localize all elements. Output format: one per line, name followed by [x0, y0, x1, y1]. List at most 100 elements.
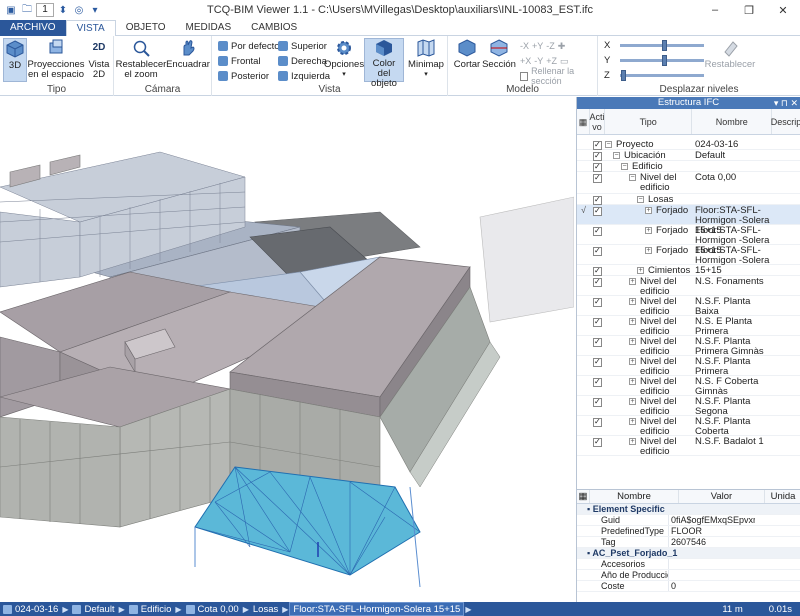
expand-icon[interactable]: + [629, 278, 636, 285]
activo-checkbox[interactable] [593, 246, 602, 256]
activo-checkbox[interactable] [593, 317, 602, 327]
tab-objeto[interactable]: OBJETO [116, 20, 176, 36]
minimap-button[interactable]: Minimap ▾ [408, 38, 444, 80]
expand-icon[interactable]: + [629, 418, 636, 425]
activo-checkbox[interactable] [593, 437, 602, 447]
plus-y-button[interactable]: +Y [532, 41, 543, 51]
slider-y[interactable] [620, 55, 705, 66]
activo-checkbox[interactable] [593, 357, 602, 367]
col-nombre[interactable]: Nombre [692, 109, 773, 134]
restablecer-zoom-button[interactable]: Restablecer el zoom [116, 38, 166, 80]
breadcrumb-forjado[interactable]: Floor:STA-SFL-Hormigon-Solera 15+15 [289, 602, 465, 616]
collapse-icon[interactable]: − [613, 152, 620, 159]
quick-access-input[interactable]: 1 [36, 3, 54, 17]
target-icon[interactable]: ◎ [72, 3, 86, 17]
props-col-valor[interactable]: Valor [679, 490, 765, 503]
expand-icon[interactable]: + [645, 207, 652, 214]
activo-checkbox[interactable] [593, 337, 602, 347]
tree-row[interactable]: + Nivel del edificio N.S.F. Planta Baixa [577, 296, 800, 317]
izquierda-button[interactable]: Izquierda [278, 69, 330, 83]
expand-icon[interactable]: + [629, 298, 636, 305]
derecha-button[interactable]: Derecha [278, 54, 327, 68]
expand-icon[interactable]: + [629, 378, 636, 385]
breadcrumb-losas[interactable]: Losas [250, 602, 281, 616]
maximize-button[interactable]: ❐ [732, 0, 766, 20]
tree-row[interactable]: √ + Forjado Floor:STA-SFL-Hormigon -Solera … [577, 205, 800, 236]
activo-checkbox[interactable] [593, 277, 602, 287]
vista-2d-button[interactable]: 2D Vista 2D [86, 38, 112, 80]
tree-row[interactable]: + Forjado Floor:STA-SFL-Hormigon -Solera 1… [577, 225, 800, 256]
activo-checkbox[interactable] [593, 417, 602, 427]
collapse-icon[interactable]: − [621, 163, 628, 170]
activo-checkbox[interactable] [593, 195, 602, 205]
slider-x-thumb[interactable] [661, 40, 667, 51]
tree-row[interactable]: + Nivel del edificio N.S.F. Planta Primera… [577, 336, 800, 357]
expand-icon[interactable]: + [645, 247, 652, 254]
slider-z-thumb[interactable] [621, 70, 627, 81]
expand-icon[interactable]: + [629, 438, 636, 445]
tree-row[interactable]: + Nivel del edificio N.S.F. Planta Primera [577, 356, 800, 377]
minus-x-button[interactable]: -X [520, 41, 529, 51]
rellenar-checkbox-row[interactable]: Rellenar la sección [520, 66, 597, 86]
3d-button[interactable]: 3D [3, 38, 27, 82]
tree-row[interactable]: −Nivel del edificio Cota 0,00 [577, 172, 800, 194]
expand-icon[interactable]: + [637, 267, 644, 274]
activo-checkbox[interactable] [593, 173, 602, 183]
tree-row[interactable]: −Losas [577, 194, 800, 205]
prop-row[interactable]: Accesorios [577, 559, 800, 570]
rellenar-checkbox[interactable] [520, 71, 529, 81]
expand-icon[interactable]: + [645, 227, 652, 234]
building-model[interactable] [0, 97, 574, 602]
prop-row[interactable]: PredefinedType FLOOR [577, 526, 800, 537]
slider-z[interactable] [619, 70, 704, 81]
slider-x[interactable] [620, 40, 705, 51]
tree-row[interactable]: −Proyecto 024-03-16 [577, 139, 800, 150]
tab-medidas[interactable]: MEDIDAS [176, 20, 242, 36]
tree-row[interactable]: −Edificio [577, 161, 800, 172]
minimize-button[interactable]: – [698, 0, 732, 20]
proyecciones-button[interactable]: Proyecciones en el espacio [27, 38, 85, 80]
superior-button[interactable]: Superior [278, 39, 327, 53]
props-col-unidad[interactable]: Unida [765, 490, 800, 503]
activo-checkbox[interactable] [593, 297, 602, 307]
frontal-button[interactable]: Frontal [218, 54, 261, 68]
panel-window-buttons[interactable]: ▾ ⊓ ✕ [774, 97, 798, 109]
col-tipo[interactable]: Tipo [605, 109, 693, 134]
prop-row[interactable]: Tag 2607546 [577, 537, 800, 548]
minus-z-button[interactable]: -Z [546, 41, 555, 51]
cortar-button[interactable]: Cortar [452, 38, 482, 70]
tree-row[interactable]: + Forjado Floor:STA-SFL-Hormigon -Solera 1… [577, 245, 800, 276]
tree-row[interactable]: + Cimientos [577, 265, 800, 276]
posterior-button[interactable]: Posterior [218, 69, 269, 83]
seccion-button[interactable]: Sección [482, 38, 516, 70]
tree-row[interactable]: + Nivel del edificio N.S. Fonaments [577, 276, 800, 297]
activo-checkbox[interactable] [593, 397, 602, 407]
prop-row[interactable]: Año de Producción [577, 570, 800, 581]
restablecer-niveles-button[interactable]: Restablecer [705, 38, 755, 70]
expand-icon[interactable]: + [629, 398, 636, 405]
activo-checkbox[interactable] [593, 162, 602, 172]
spinner-icon[interactable]: ⬍ [56, 3, 70, 17]
por-defecto-button[interactable]: Por defecto [218, 39, 280, 53]
tree-row[interactable]: −Ubicación Default [577, 150, 800, 161]
opciones-button[interactable]: Opciones ▾ [324, 38, 364, 80]
plus-z-button[interactable]: +Z [546, 56, 557, 66]
activo-checkbox[interactable] [593, 151, 602, 161]
encuadrar-button[interactable]: Encuadrar [166, 38, 210, 70]
activo-checkbox[interactable] [593, 377, 602, 387]
open-folder-icon[interactable]: 🗀 [20, 3, 34, 17]
tree-row[interactable]: + Nivel del edificio N.S.F. Planta Coberta [577, 416, 800, 437]
activo-checkbox[interactable] [593, 266, 602, 276]
tab-cambios[interactable]: CAMBIOS [241, 20, 307, 36]
prop-category[interactable]: ▪ Element Specific [577, 504, 800, 515]
color-objeto-button[interactable]: Color del objeto [364, 38, 404, 89]
breadcrumb-nivel[interactable]: Cota 0,00 [183, 602, 242, 616]
expand-icon[interactable]: + [629, 338, 636, 345]
tree-row[interactable]: + Nivel del edificio N.S. F Coberta Gimnàs [577, 376, 800, 397]
collapse-icon[interactable]: − [629, 174, 636, 181]
activo-checkbox[interactable] [593, 226, 602, 236]
props-col-nombre[interactable]: Nombre [590, 490, 679, 503]
activo-checkbox[interactable] [593, 206, 602, 216]
expand-icon[interactable]: + [629, 358, 636, 365]
col-activo[interactable]: Acti vo [589, 109, 605, 134]
